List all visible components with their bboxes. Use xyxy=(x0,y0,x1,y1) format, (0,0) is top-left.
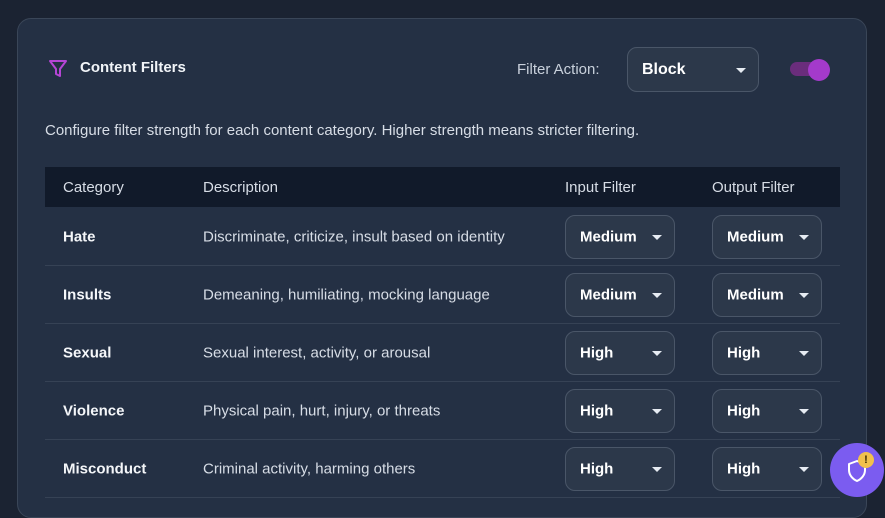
input-filter-select[interactable]: High xyxy=(565,447,675,491)
input-filter-value: High xyxy=(580,460,614,478)
category-description: Demeaning, humiliating, mocking language xyxy=(203,286,490,303)
table-header: Category Description Input Filter Output… xyxy=(45,167,840,207)
content-filters-panel: Content Filters Filter Action: Block Con… xyxy=(17,18,867,518)
chevron-down-icon xyxy=(799,409,809,414)
category-name: Violence xyxy=(63,402,125,419)
output-filter-value: Medium xyxy=(727,228,784,246)
filter-action-select[interactable]: Block xyxy=(627,47,759,92)
filter-action-value: Block xyxy=(642,60,686,78)
output-filter-select[interactable]: Medium xyxy=(712,273,822,317)
input-filter-value: High xyxy=(580,344,614,362)
input-filter-value: High xyxy=(580,402,614,420)
chevron-down-icon xyxy=(799,293,809,298)
category-name: Sexual xyxy=(63,344,112,361)
chevron-down-icon xyxy=(652,293,662,298)
category-description: Criminal activity, harming others xyxy=(203,460,416,477)
chevron-down-icon xyxy=(799,467,809,472)
chevron-down-icon xyxy=(799,351,809,356)
chevron-down-icon xyxy=(736,67,746,73)
chevron-down-icon xyxy=(652,409,662,414)
category-name: Insults xyxy=(63,286,112,303)
output-filter-select[interactable]: Medium xyxy=(712,215,822,259)
table-row-violence: Violence Physical pain, hurt, injury, or… xyxy=(45,382,840,440)
input-filter-select[interactable]: Medium xyxy=(565,215,675,259)
column-header-category: Category xyxy=(63,179,124,196)
input-filter-value: Medium xyxy=(580,228,637,246)
panel-title: Content Filters xyxy=(80,59,186,76)
column-header-input-filter: Input Filter xyxy=(565,179,636,196)
category-name: Hate xyxy=(63,228,96,245)
filter-icon xyxy=(49,60,67,77)
filter-action-label: Filter Action: xyxy=(517,61,600,78)
column-header-description: Description xyxy=(203,179,279,196)
input-filter-value: Medium xyxy=(580,286,637,304)
panel-description: Configure filter strength for each conte… xyxy=(45,122,640,139)
table-row-sexual: Sexual Sexual interest, activity, or aro… xyxy=(45,324,840,382)
output-filter-select[interactable]: High xyxy=(712,389,822,433)
input-filter-select[interactable]: High xyxy=(565,331,675,375)
output-filter-value: High xyxy=(727,344,761,362)
chevron-down-icon xyxy=(652,467,662,472)
output-filter-select[interactable]: High xyxy=(712,331,822,375)
input-filter-select[interactable]: High xyxy=(565,389,675,433)
output-filter-value: Medium xyxy=(727,286,784,304)
toggle-knob xyxy=(808,59,830,81)
output-filter-select[interactable]: High xyxy=(712,447,822,491)
output-filter-value: High xyxy=(727,402,761,420)
filters-enabled-toggle[interactable] xyxy=(790,59,832,81)
category-description: Discriminate, criticize, insult based on… xyxy=(203,228,505,245)
output-filter-value: High xyxy=(727,460,761,478)
chevron-down-icon xyxy=(799,235,809,240)
category-description: Physical pain, hurt, injury, or threats xyxy=(203,402,441,419)
column-header-output-filter: Output Filter xyxy=(712,179,795,196)
table-row-hate: Hate Discriminate, criticize, insult bas… xyxy=(45,208,840,266)
category-description: Sexual interest, activity, or arousal xyxy=(203,344,431,361)
chevron-down-icon xyxy=(652,235,662,240)
guardrail-assistant-button[interactable]: ! xyxy=(830,443,884,497)
alert-badge: ! xyxy=(858,452,874,468)
input-filter-select[interactable]: Medium xyxy=(565,273,675,317)
table-row-misconduct: Misconduct Criminal activity, harming ot… xyxy=(45,440,840,498)
category-name: Misconduct xyxy=(63,460,147,477)
table-row-insults: Insults Demeaning, humiliating, mocking … xyxy=(45,266,840,324)
chevron-down-icon xyxy=(652,351,662,356)
